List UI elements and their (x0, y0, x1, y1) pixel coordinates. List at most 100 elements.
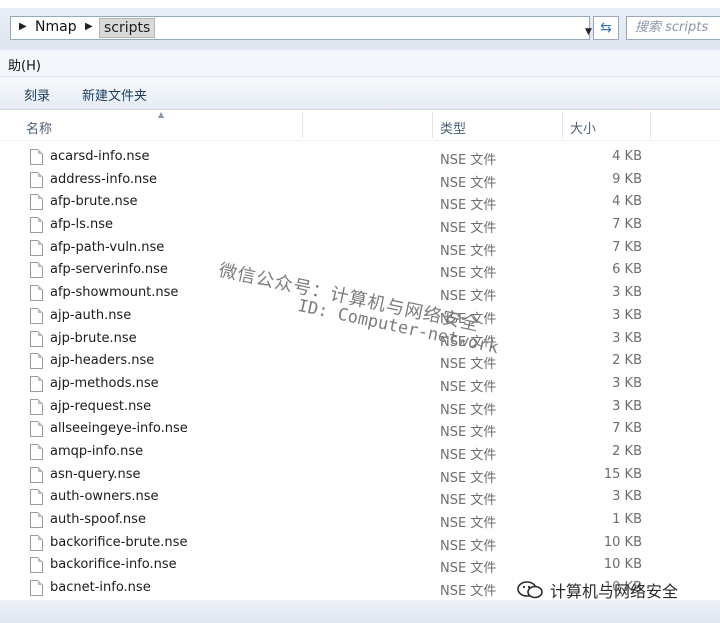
burn-button[interactable]: 刻录 (24, 85, 50, 104)
file-size: 3 KB (612, 398, 642, 414)
file-size: 10 KB (603, 534, 642, 550)
file-name: ajp-methods.nse (50, 375, 159, 391)
file-type: NSE 文件 (440, 402, 497, 418)
column-header: ▲ 名称 类型 大小 (0, 110, 720, 141)
file-type: NSE 文件 (440, 289, 497, 305)
file-row[interactable]: backorifice-brute.nse NSE 文件 10 KB (0, 532, 720, 555)
file-icon (30, 512, 43, 528)
file-name: bacnet-info.nse (50, 580, 151, 596)
file-icon (30, 580, 43, 597)
file-name: address-info.nse (50, 171, 158, 187)
file-icon (30, 307, 43, 324)
file-name: asn-query.nse (50, 466, 141, 482)
breadcrumb-arrow-icon[interactable]: ▶ (85, 21, 93, 32)
file-row[interactable]: ajp-headers.nse NSE 文件 2 KB (0, 350, 720, 373)
breadcrumb-nmap[interactable]: Nmap (35, 19, 77, 35)
file-row[interactable]: acarsd-info.nse NSE 文件 4 KB (0, 146, 720, 169)
file-name: ajp-request.nse (50, 398, 152, 414)
file-size: 3 KB (612, 375, 642, 391)
file-type: NSE 文件 (440, 584, 497, 600)
file-size: 1 KB (612, 512, 642, 527)
file-name: afp-brute.nse (50, 194, 138, 210)
breadcrumb-arrow-icon[interactable]: ▶ (19, 21, 27, 32)
file-icon (30, 285, 43, 302)
file-icon (30, 466, 43, 483)
file-row[interactable]: ajp-methods.nse NSE 文件 3 KB (0, 373, 720, 396)
file-row[interactable]: auth-owners.nse NSE 文件 3 KB (0, 486, 720, 509)
column-divider[interactable] (302, 112, 303, 138)
file-type: NSE 文件 (440, 470, 497, 486)
file-icon (30, 217, 43, 234)
file-row[interactable]: ajp-request.nse NSE 文件 3 KB (0, 396, 720, 419)
column-name[interactable]: 名称 (26, 118, 52, 137)
file-type: NSE 文件 (440, 425, 497, 441)
file-size: 4 KB (612, 149, 642, 164)
column-divider[interactable] (650, 112, 651, 138)
file-size: 7 KB (612, 239, 642, 255)
file-name: acarsd-info.nse (50, 149, 150, 164)
refresh-button[interactable]: ⇆ (593, 16, 619, 40)
file-type: NSE 文件 (440, 243, 497, 259)
file-name: ajp-auth.nse (50, 307, 132, 323)
file-row[interactable]: afp-path-vuln.nse NSE 文件 7 KB (0, 237, 720, 260)
status-bar (0, 600, 720, 623)
file-type: NSE 文件 (440, 493, 497, 509)
file-type: NSE 文件 (440, 379, 497, 395)
file-row[interactable]: amqp-info.nse NSE 文件 2 KB (0, 441, 720, 464)
breadcrumb-scripts[interactable]: scripts (99, 18, 156, 38)
file-icon (30, 262, 43, 279)
file-size: 15 KB (603, 466, 642, 482)
file-icon (30, 489, 43, 506)
file-row[interactable]: afp-ls.nse NSE 文件 7 KB (0, 214, 720, 237)
address-dropdown-icon[interactable]: ▼ (585, 27, 592, 37)
watermark-corner-text: 计算机与网络安全 (550, 582, 679, 601)
file-name: afp-showmount.nse (50, 285, 179, 301)
file-name: allseeingeye-info.nse (50, 421, 188, 437)
file-name: afp-path-vuln.nse (50, 239, 165, 255)
file-row[interactable]: allseeingeye-info.nse NSE 文件 7 KB (0, 418, 720, 441)
file-icon (30, 375, 43, 392)
file-type: NSE 文件 (440, 561, 497, 577)
column-divider[interactable] (432, 112, 433, 138)
file-name: afp-serverinfo.nse (50, 262, 168, 278)
file-type: NSE 文件 (440, 538, 497, 554)
file-type: NSE 文件 (440, 175, 497, 191)
file-list: acarsd-info.nse NSE 文件 4 KB address-info.ns… (0, 146, 720, 600)
file-row[interactable]: afp-brute.nse NSE 文件 4 KB (0, 191, 720, 214)
file-type: NSE 文件 (440, 198, 497, 214)
file-row[interactable]: backorifice-info.nse NSE 文件 10 KB (0, 554, 720, 577)
file-size: 3 KB (612, 307, 642, 323)
menu-help[interactable]: 助(H) (8, 55, 41, 74)
file-type: NSE 文件 (440, 516, 497, 531)
address-bar[interactable]: ▶ Nmap ▶ scripts ▼ (10, 16, 592, 40)
file-size: 3 KB (612, 330, 642, 346)
file-size: 7 KB (612, 421, 642, 437)
file-row[interactable]: afp-serverinfo.nse NSE 文件 6 KB (0, 259, 720, 282)
file-name: amqp-info.nse (50, 443, 144, 459)
toolbar: 刻录 新建文件夹 (0, 77, 720, 110)
file-size: 6 KB (612, 262, 642, 278)
file-row[interactable]: asn-query.nse NSE 文件 15 KB (0, 464, 720, 487)
new-folder-button[interactable]: 新建文件夹 (82, 85, 147, 104)
column-divider[interactable] (562, 112, 563, 138)
file-row[interactable]: address-info.nse NSE 文件 9 KB (0, 169, 720, 192)
file-type: NSE 文件 (440, 221, 497, 237)
file-icon (30, 353, 43, 370)
watermark-corner: 计算机与网络安全 (516, 578, 678, 602)
address-bar-row: ▶ Nmap ▶ scripts ▼ ⇆ 搜索 scripts (0, 8, 720, 50)
file-row[interactable]: ajp-brute.nse NSE 文件 3 KB (0, 328, 720, 351)
file-row[interactable]: auth-spoof.nse NSE 文件 1 KB (0, 509, 720, 532)
file-icon (30, 171, 43, 188)
file-icon (30, 534, 43, 551)
file-icon (30, 194, 43, 211)
column-size[interactable]: 大小 (570, 118, 596, 137)
file-icon (30, 421, 43, 438)
column-type[interactable]: 类型 (440, 118, 466, 137)
search-input[interactable]: 搜索 scripts (626, 16, 720, 40)
file-icon (30, 149, 43, 165)
file-size: 10 KB (603, 557, 642, 573)
sort-ascending-icon: ▲ (158, 110, 165, 119)
refresh-icon: ⇆ (600, 20, 612, 36)
file-name: auth-owners.nse (50, 489, 159, 505)
menu-bar: 助(H) (0, 50, 720, 77)
